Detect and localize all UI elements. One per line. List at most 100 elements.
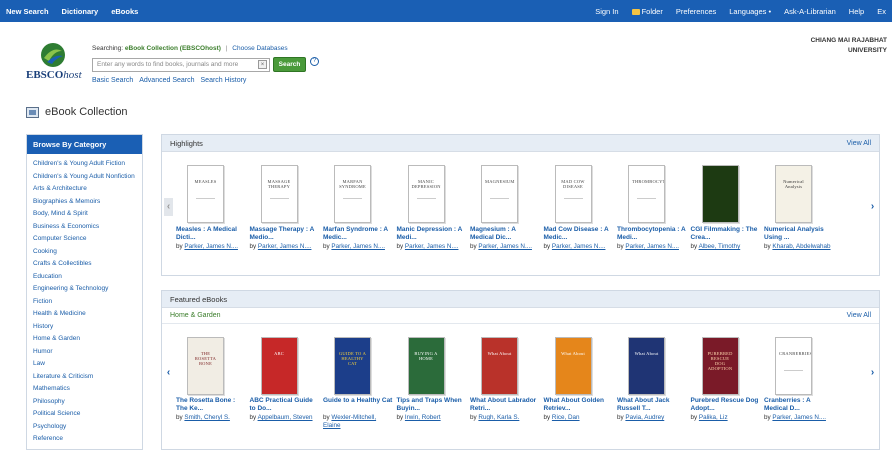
highlights-prev-arrow-icon[interactable]: ‹ (164, 198, 173, 216)
book-cover[interactable] (701, 165, 739, 223)
search-history-link[interactable]: Search History (201, 77, 247, 84)
book-card[interactable]: PUREBRED RESCUE DOG ADOPTION Purebred Res… (691, 337, 765, 421)
book-author-link[interactable]: Parker, James N.... (258, 243, 312, 250)
basic-search-link[interactable]: Basic Search (92, 77, 133, 84)
book-title-link[interactable]: Guide to a Healthy Cat (323, 397, 393, 405)
book-author-link[interactable]: Rugh, Karla S. (478, 414, 519, 421)
book-card[interactable]: MASSAGE THERAPY Massage Therapy : A Medio… (250, 165, 324, 250)
preferences-link[interactable]: Preferences (676, 7, 716, 16)
book-card[interactable]: MEASLES Measles : A Medical Dicti... by Pa… (176, 165, 250, 250)
book-author-link[interactable]: Wexler-Mitchell, Elaine (323, 414, 376, 429)
sidebar-category-item[interactable]: Humor (33, 346, 136, 359)
book-cover[interactable]: What About (554, 337, 592, 395)
help-icon[interactable]: ? (310, 57, 319, 66)
book-card[interactable]: What About What About Jack Russell T... by… (617, 337, 691, 421)
ebsco-logo-text[interactable]: EBSCOhost (26, 69, 82, 81)
sidebar-category-item[interactable]: Children's & Young Adult Nonfiction (33, 171, 136, 184)
sidebar-category-item[interactable]: Philosophy (33, 396, 136, 409)
ebooks-link[interactable]: eBooks (111, 7, 138, 16)
book-author-link[interactable]: Parker, James N.... (184, 243, 238, 250)
book-card[interactable]: MARFAN SYNDROME Marfan Syndrome : A Medic… (323, 165, 397, 250)
book-title-link[interactable]: What About Jack Russell T... (617, 397, 687, 413)
book-card[interactable]: MAD COW DISEASE Mad Cow Disease : A Medic… (544, 165, 618, 250)
book-cover[interactable]: ABC (260, 337, 298, 395)
languages-menu[interactable]: Languages • (729, 7, 771, 16)
sidebar-category-item[interactable]: Cooking (33, 246, 136, 259)
sidebar-category-item[interactable]: Law (33, 358, 136, 371)
book-title-link[interactable]: What About Labrador Retri... (470, 397, 540, 413)
book-title-link[interactable]: Numerical Analysis Using ... (764, 226, 834, 242)
book-title-link[interactable]: Purebred Rescue Dog Adopt... (691, 397, 761, 413)
sidebar-category-item[interactable]: Mathematics (33, 383, 136, 396)
sidebar-category-item[interactable]: Education (33, 271, 136, 284)
book-title-link[interactable]: Tips and Traps When Buyin... (397, 397, 467, 413)
book-card[interactable]: Numerical Analysis Numerical Analysis Usi… (764, 165, 838, 250)
sidebar-category-item[interactable]: Computer Science (33, 233, 136, 246)
book-title-link[interactable]: CGI Filmmaking : The Crea... (691, 226, 761, 242)
search-button[interactable]: Search (273, 57, 306, 72)
book-card[interactable]: CGI Filmmaking : The Crea... by Albee, Ti… (691, 165, 765, 250)
book-author-link[interactable]: Pavia, Audrey (625, 414, 664, 421)
choose-databases-link[interactable]: Choose Databases (232, 45, 287, 52)
sidebar-category-item[interactable]: Literature & Criticism (33, 371, 136, 384)
highlights-view-all-link[interactable]: View All (847, 140, 871, 147)
book-title-link[interactable]: What About Golden Retriev... (544, 397, 614, 413)
book-title-link[interactable]: Thrombocytopenia : A Medi... (617, 226, 687, 242)
book-card[interactable]: GUIDE TO A HEALTHY CAT Guide to a Healthy… (323, 337, 397, 429)
sidebar-category-item[interactable]: Fiction (33, 296, 136, 309)
advanced-search-link[interactable]: Advanced Search (139, 77, 194, 84)
book-author-link[interactable]: Parker, James N.... (331, 243, 385, 250)
sign-in-link[interactable]: Sign In (595, 7, 618, 16)
sidebar-category-item[interactable]: Body, Mind & Spirit (33, 208, 136, 221)
book-cover[interactable]: BUYING A HOME (407, 337, 445, 395)
book-cover[interactable]: MASSAGE THERAPY (260, 165, 298, 223)
book-card[interactable]: What About What About Labrador Retri... by… (470, 337, 544, 421)
book-author-link[interactable]: Kharab, Abdelwahab (772, 243, 830, 250)
book-cover[interactable]: What About (628, 337, 665, 395)
ask-a-librarian-link[interactable]: Ask-A-Librarian (784, 7, 836, 16)
book-title-link[interactable]: ABC Practical Guide to Do... (250, 397, 320, 413)
sidebar-category-item[interactable]: Home & Garden (33, 333, 136, 346)
book-card[interactable]: BUYING A HOME Tips and Traps When Buyin..… (397, 337, 471, 421)
book-card[interactable]: THROMBOCYTOPENIA Thrombocytopenia : A Med… (617, 165, 691, 250)
book-author-link[interactable]: Albee, Timothy (699, 243, 741, 250)
highlights-next-arrow-icon[interactable]: › (868, 198, 877, 216)
sidebar-category-item[interactable]: Arts & Architecture (33, 183, 136, 196)
book-cover[interactable]: Numerical Analysis (775, 165, 812, 223)
book-card[interactable]: What About What About Golden Retriev... by… (544, 337, 618, 421)
featured-prev-arrow-icon[interactable]: ‹ (164, 364, 173, 382)
sidebar-category-item[interactable]: Reference (33, 433, 136, 446)
book-card[interactable]: ABC ABC Practical Guide to Do... by Appelb… (250, 337, 324, 421)
book-author-link[interactable]: Rice, Dan (552, 414, 580, 421)
book-title-link[interactable]: Magnesium : A Medical Dic... (470, 226, 540, 242)
sidebar-category-item[interactable]: Psychology (33, 421, 136, 434)
sidebar-category-item[interactable]: Business & Economics (33, 221, 136, 234)
book-author-link[interactable]: Appelbaum, Steven (258, 414, 313, 421)
sidebar-category-item[interactable]: History (33, 321, 136, 334)
book-cover[interactable]: MAD COW DISEASE (554, 165, 592, 223)
book-author-link[interactable]: Palika, Liz (699, 414, 728, 421)
book-title-link[interactable]: Manic Depression : A Medi... (397, 226, 467, 242)
book-cover[interactable]: PUREBRED RESCUE DOG ADOPTION (701, 337, 739, 395)
book-card[interactable]: MAGNESIUM Magnesium : A Medical Dic... by … (470, 165, 544, 250)
folder-link[interactable]: Folder (631, 7, 663, 16)
dictionary-link[interactable]: Dictionary (62, 7, 99, 16)
book-author-link[interactable]: Parker, James N.... (772, 414, 826, 421)
sidebar-category-item[interactable]: Crafts & Collectibles (33, 258, 136, 271)
book-author-link[interactable]: Parker, James N.... (552, 243, 606, 250)
book-card[interactable]: THE ROSETTA BONE The Rosetta Bone : The K… (176, 337, 250, 421)
book-card[interactable]: MANIC DEPRESSION Manic Depression : A Med… (397, 165, 471, 250)
search-input[interactable]: Enter any words to find books, journals … (92, 58, 270, 72)
sidebar-category-item[interactable]: Engineering & Technology (33, 283, 136, 296)
sidebar-category-item[interactable]: Children's & Young Adult Fiction (33, 158, 136, 171)
book-title-link[interactable]: Marfan Syndrome : A Medic... (323, 226, 393, 242)
featured-view-all-link[interactable]: View All (847, 312, 871, 319)
book-title-link[interactable]: Cranberries : A Medical D... (764, 397, 834, 413)
book-cover[interactable]: MEASLES (187, 165, 224, 223)
sidebar-category-item[interactable]: Political Science (33, 408, 136, 421)
new-search-link[interactable]: New Search (6, 7, 49, 16)
book-title-link[interactable]: Mad Cow Disease : A Medic... (544, 226, 614, 242)
exit-link[interactable]: Ex (877, 7, 886, 16)
book-cover[interactable]: THROMBOCYTOPENIA (628, 165, 665, 223)
book-cover[interactable]: GUIDE TO A HEALTHY CAT (334, 337, 371, 395)
